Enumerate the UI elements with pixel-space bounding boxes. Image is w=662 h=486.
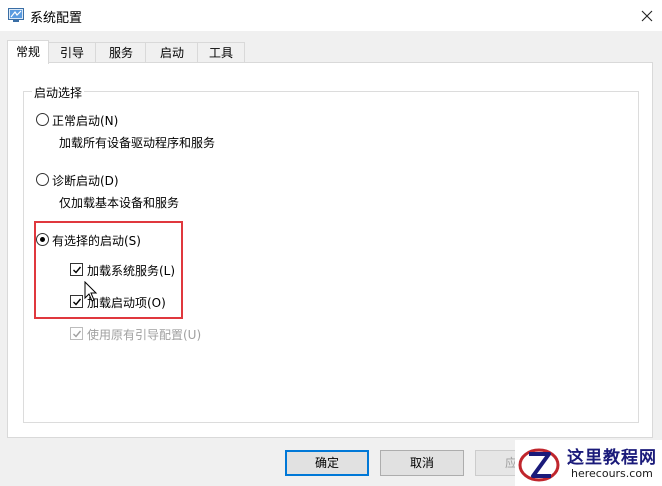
watermark-url: herecours.com <box>571 467 653 480</box>
system-config-app-icon <box>8 8 24 22</box>
ok-button[interactable]: 确定 <box>285 450 369 476</box>
watermark-title: 这里教程网 <box>567 448 657 468</box>
diagnostic-startup-label[interactable]: 诊断启动(D) <box>52 172 119 189</box>
normal-startup-description: 加载所有设备驱动程序和服务 <box>59 136 216 150</box>
normal-startup-label[interactable]: 正常启动(N) <box>52 112 118 129</box>
use-original-boot-config-checkbox <box>70 327 83 340</box>
tab-general[interactable]: 常规 <box>7 40 49 64</box>
mouse-cursor-icon <box>84 281 98 302</box>
close-icon <box>641 10 653 21</box>
close-button[interactable] <box>632 0 662 31</box>
startup-selection-title: 启动选择 <box>32 84 85 101</box>
annotation-highlight-box <box>34 221 183 319</box>
tab-services[interactable]: 服务 <box>95 42 147 63</box>
use-original-boot-config-label: 使用原有引导配置(U) <box>87 328 202 342</box>
z-logo-icon <box>518 448 560 482</box>
normal-startup-radio[interactable] <box>36 113 49 126</box>
diagnostic-startup-description: 仅加载基本设备和服务 <box>59 196 180 210</box>
diagnostic-startup-radio[interactable] <box>36 173 49 186</box>
tab-tools[interactable]: 工具 <box>197 42 245 63</box>
window-title: 系统配置 <box>30 11 83 26</box>
cancel-button[interactable]: 取消 <box>380 450 464 476</box>
title-bar: 系统配置 <box>0 0 662 31</box>
tab-startup[interactable]: 启动 <box>145 42 199 63</box>
tab-boot[interactable]: 引导 <box>47 42 97 63</box>
checkmark-icon <box>72 330 81 338</box>
site-watermark: 这里教程网 herecours.com <box>515 440 662 486</box>
